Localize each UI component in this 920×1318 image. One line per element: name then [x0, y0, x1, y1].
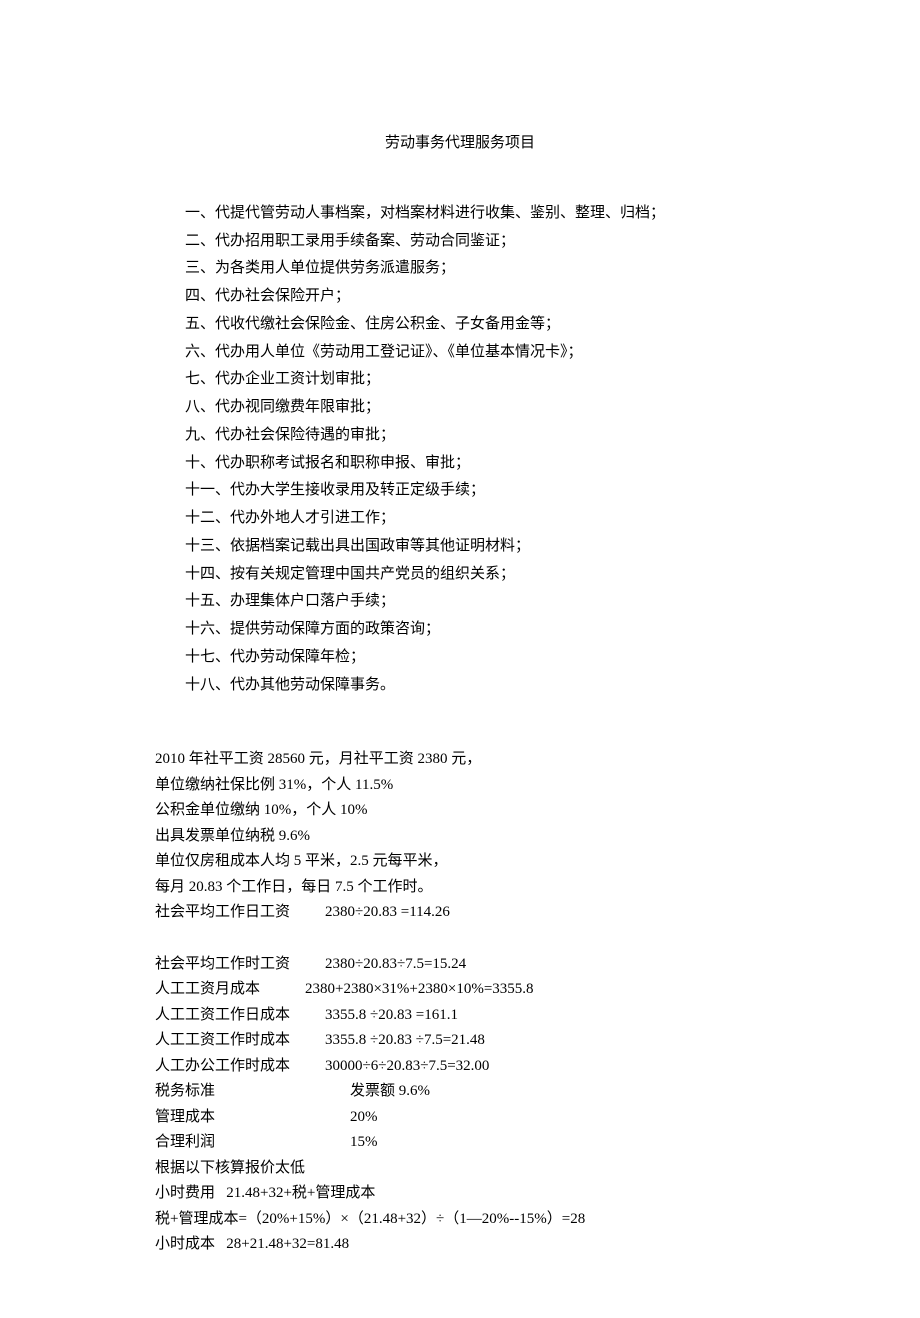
calc-mgmt-cost-label: 管理成本: [155, 1105, 350, 1131]
service-item-17: 十七、代办劳动保障年检；: [185, 644, 765, 672]
calc-daily-labor-label: 人工工资工作日成本: [155, 1003, 325, 1029]
calc-rent-cost: 单位仅房租成本人均 5 平米，2.5 元每平米，: [155, 849, 765, 875]
calc-monthly-labor-label: 人工工资月成本: [155, 977, 305, 1003]
service-item-6: 六、代办用人单位《劳动用工登记证》、《单位基本情况卡》；: [185, 339, 765, 367]
service-item-10: 十、代办职称考试报名和职称申报、审批；: [185, 450, 765, 478]
calc-hourly-fee: 小时费用 21.48+32+税+管理成本: [155, 1181, 765, 1207]
calc-tax-standard-value: 发票额 9.6%: [350, 1079, 430, 1105]
service-item-7: 七、代办企业工资计划审批；: [185, 366, 765, 394]
calc-profit-value: 15%: [350, 1130, 378, 1156]
calc-hourly-cost: 小时成本 28+21.48+32=81.48: [155, 1232, 765, 1258]
calc-hourly-wage-value: 2380÷20.83÷7.5=15.24: [325, 952, 466, 978]
service-item-4: 四、代办社会保险开户；: [185, 283, 765, 311]
service-item-18: 十八、代办其他劳动保障事务。: [185, 672, 765, 700]
service-item-16: 十六、提供劳动保障方面的政策咨询；: [185, 616, 765, 644]
service-item-9: 九、代办社会保险待遇的审批；: [185, 422, 765, 450]
calc-hourly-labor: 人工工资工作时成本 3355.8 ÷20.83 ÷7.5=21.48: [155, 1028, 765, 1054]
service-item-2: 二、代办招用职工录用手续备案、劳动合同鉴证；: [185, 228, 765, 256]
calc-hourly-wage-label: 社会平均工作时工资: [155, 952, 325, 978]
calc-hourly-wage: 社会平均工作时工资 2380÷20.83÷7.5=15.24: [155, 952, 765, 978]
calc-daily-wage-label: 社会平均工作日工资: [155, 900, 325, 926]
calc-daily-wage-value: 2380÷20.83 =114.26: [325, 900, 450, 926]
calc-workdays: 每月 20.83 个工作日，每日 7.5 个工作时。: [155, 875, 765, 901]
document-title: 劳动事务代理服务项目: [155, 130, 765, 158]
calc-daily-labor: 人工工资工作日成本 3355.8 ÷20.83 =161.1: [155, 1003, 765, 1029]
service-item-14: 十四、按有关规定管理中国共产党员的组织关系；: [185, 561, 765, 589]
calculation-section: 2010 年社平工资 28560 元，月社平工资 2380 元， 单位缴纳社保比…: [155, 747, 765, 1258]
calc-hourly-labor-label: 人工工资工作时成本: [155, 1028, 325, 1054]
calc-office-hourly: 人工办公工作时成本 30000÷6÷20.83÷7.5=32.00: [155, 1054, 765, 1080]
calc-tax-standard-label: 税务标准: [155, 1079, 350, 1105]
calc-mgmt-cost: 管理成本 20%: [155, 1105, 765, 1131]
calc-daily-labor-value: 3355.8 ÷20.83 =161.1: [325, 1003, 458, 1029]
calc-mgmt-cost-value: 20%: [350, 1105, 378, 1131]
service-item-11: 十一、代办大学生接收录用及转正定级手续；: [185, 477, 765, 505]
service-item-1: 一、代提代管劳动人事档案，对档案材料进行收集、鉴别、整理、归档；: [185, 200, 765, 228]
calc-tax-mgmt-formula: 税+管理成本=（20%+15%）×（21.48+32）÷（1—20%--15%）…: [155, 1207, 765, 1233]
calc-social-ratio: 单位缴纳社保比例 31%，个人 11.5%: [155, 773, 765, 799]
calc-hourly-labor-value: 3355.8 ÷20.83 ÷7.5=21.48: [325, 1028, 485, 1054]
service-item-12: 十二、代办外地人才引进工作；: [185, 505, 765, 533]
calc-annual-salary: 2010 年社平工资 28560 元，月社平工资 2380 元，: [155, 747, 765, 773]
calc-profit-label: 合理利润: [155, 1130, 350, 1156]
service-items-list: 一、代提代管劳动人事档案，对档案材料进行收集、鉴别、整理、归档； 二、代办招用职…: [155, 200, 765, 700]
calc-office-hourly-value: 30000÷6÷20.83÷7.5=32.00: [325, 1054, 489, 1080]
calc-office-hourly-label: 人工办公工作时成本: [155, 1054, 325, 1080]
spacer: [155, 926, 765, 952]
calc-monthly-labor-value: 2380+2380×31%+2380×10%=3355.8: [305, 977, 534, 1003]
calc-tax-standard: 税务标准 发票额 9.6%: [155, 1079, 765, 1105]
calc-daily-wage: 社会平均工作日工资 2380÷20.83 =114.26: [155, 900, 765, 926]
calc-quote-note: 根据以下核算报价太低: [155, 1156, 765, 1182]
service-item-5: 五、代收代缴社会保险金、住房公积金、子女备用金等；: [185, 311, 765, 339]
calc-profit: 合理利润 15%: [155, 1130, 765, 1156]
calc-invoice-tax: 出具发票单位纳税 9.6%: [155, 824, 765, 850]
service-item-3: 三、为各类用人单位提供劳务派遣服务；: [185, 255, 765, 283]
service-item-15: 十五、办理集体户口落户手续；: [185, 588, 765, 616]
service-item-13: 十三、依据档案记载出具出国政审等其他证明材料；: [185, 533, 765, 561]
calc-monthly-labor: 人工工资月成本 2380+2380×31%+2380×10%=3355.8: [155, 977, 765, 1003]
service-item-8: 八、代办视同缴费年限审批；: [185, 394, 765, 422]
calc-fund-ratio: 公积金单位缴纳 10%，个人 10%: [155, 798, 765, 824]
